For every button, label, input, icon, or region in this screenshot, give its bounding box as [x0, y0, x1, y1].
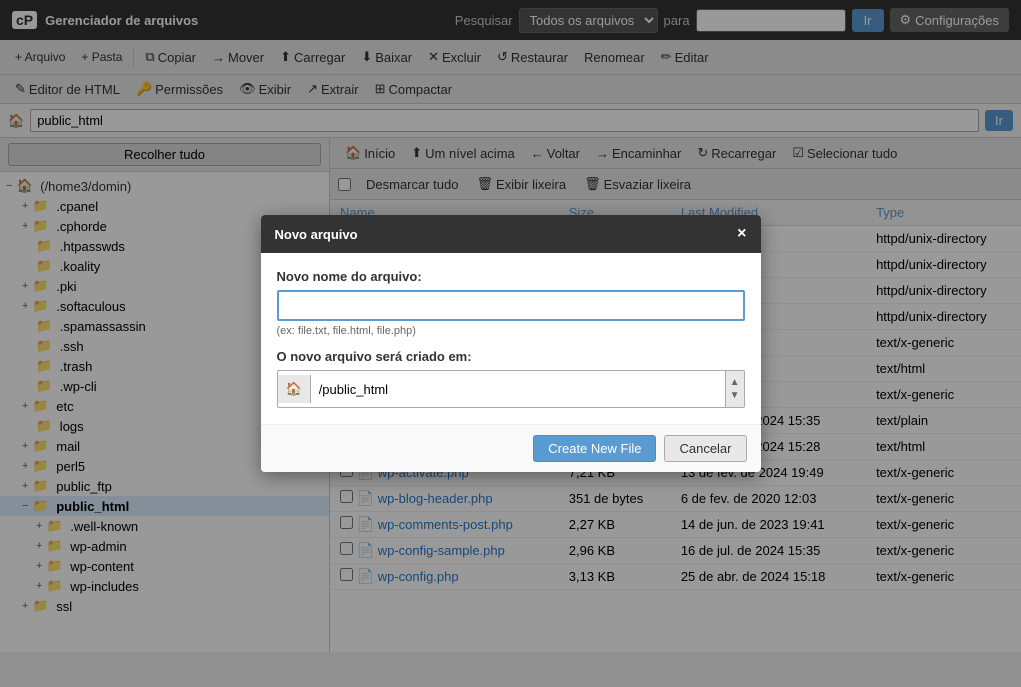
location-home-icon: 🏠 [278, 375, 311, 403]
location-path-row: 🏠 ▲ ▼ [277, 370, 745, 408]
scroll-down-icon: ▼ [730, 390, 740, 401]
new-file-modal: Novo arquivo × Novo nome do arquivo: (ex… [261, 215, 761, 472]
modal-body: Novo nome do arquivo: (ex: file.txt, fil… [261, 253, 761, 424]
modal-footer: Create New File Cancelar [261, 424, 761, 472]
modal-title: Novo arquivo [275, 227, 358, 242]
modal-overlay[interactable]: Novo arquivo × Novo nome do arquivo: (ex… [0, 0, 1021, 687]
location-section: O novo arquivo será criado em: 🏠 ▲ ▼ [277, 349, 745, 408]
scroll-up-icon: ▲ [730, 377, 740, 388]
location-path-input[interactable] [311, 376, 725, 403]
modal-header: Novo arquivo × [261, 215, 761, 253]
filename-hint: (ex: file.txt, file.html, file.php) [277, 325, 745, 337]
filename-input[interactable] [277, 290, 745, 321]
cancel-button[interactable]: Cancelar [664, 435, 746, 462]
create-new-file-button[interactable]: Create New File [533, 435, 656, 462]
location-label: O novo arquivo será criado em: [277, 349, 745, 364]
filename-label: Novo nome do arquivo: [277, 269, 745, 284]
modal-close-button[interactable]: × [737, 225, 746, 243]
path-scroll-controls[interactable]: ▲ ▼ [725, 371, 744, 407]
